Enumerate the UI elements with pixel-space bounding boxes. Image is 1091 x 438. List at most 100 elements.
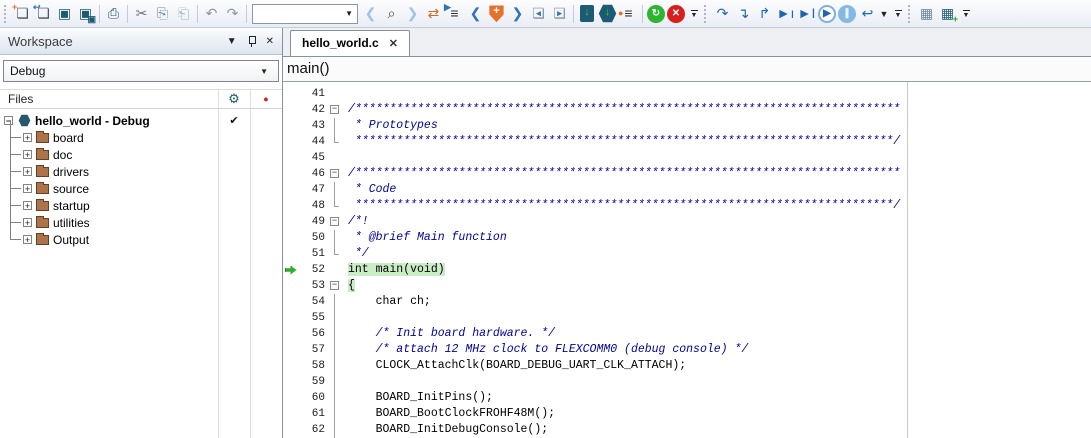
toolbar-search-combo[interactable]: ▼ [252, 4, 358, 24]
reset-target-icon[interactable]: ↻ [647, 5, 665, 23]
code-line[interactable]: 49−/*! [283, 214, 1091, 230]
save-icon[interactable]: ▣ [54, 3, 75, 24]
download-file-icon[interactable]: ↓ [580, 5, 594, 22]
tree-row-project[interactable]: − hello_world - Debug ✔ [0, 112, 282, 129]
code-line[interactable]: 55 [283, 310, 1091, 326]
code-line[interactable]: 48 *************************************… [283, 198, 1091, 214]
code-line[interactable]: 50 * @brief Main function [283, 230, 1091, 246]
gear-icon[interactable]: ⚙ [218, 91, 250, 107]
debug-toolbar-overflow-button[interactable]: ▼ [892, 10, 904, 18]
nav-back-icon[interactable]: ❮ [360, 3, 381, 24]
toolbar-grip[interactable] [4, 5, 9, 23]
toolbar-overflow-button[interactable]: ▼ [688, 10, 700, 18]
chevron-down-icon[interactable]: ▼ [345, 9, 357, 18]
expand-icon[interactable]: + [23, 201, 32, 210]
tab-hello-world-c[interactable]: hello_world.c ✕ [290, 30, 410, 56]
code-line[interactable]: 54 char ch; [283, 294, 1091, 310]
tree-row-startup[interactable]: +startup [10, 197, 282, 214]
chevron-down-icon[interactable]: ▼ [227, 36, 237, 47]
flash-download-icon[interactable]: ▦+ [937, 3, 958, 24]
fold-collapse-icon[interactable]: − [330, 105, 339, 114]
prev-document-icon[interactable]: ❏◂ [528, 3, 549, 24]
fold-collapse-icon[interactable]: − [330, 169, 339, 178]
tree-row-drivers[interactable]: +drivers [10, 163, 282, 180]
expand-icon[interactable]: + [23, 218, 32, 227]
next-bookmark-icon[interactable]: ❯ [507, 3, 528, 24]
expand-icon[interactable]: + [23, 133, 32, 142]
reset-icon[interactable]: ↩ [857, 3, 878, 24]
tree-row-doc[interactable]: +doc [10, 146, 282, 163]
configuration-dropdown[interactable]: Debug ▼ [3, 60, 279, 82]
nav-forward-icon[interactable]: ❯ [402, 3, 423, 24]
code-line[interactable]: 46−/************************************… [283, 166, 1091, 182]
toggle-bookmark-icon[interactable]: + [488, 4, 505, 23]
function-selector-bar[interactable]: main() [283, 57, 1091, 82]
search-icon[interactable]: ⌕ [381, 3, 402, 24]
code-line[interactable]: 51 */ [283, 246, 1091, 262]
debug-toolbar-dropdown[interactable]: ▼ [878, 9, 890, 19]
fold-margin[interactable]: − [328, 278, 342, 294]
memory-toolbar-overflow-button[interactable]: ▼ [960, 10, 972, 18]
code-line[interactable]: 53−{ [283, 278, 1091, 294]
expand-icon[interactable]: + [23, 235, 32, 244]
save-all-icon[interactable]: ▣▣ [75, 3, 96, 24]
paste-icon[interactable]: ⎗ [173, 3, 194, 24]
tree-row-output[interactable]: +Output [10, 231, 282, 248]
next-statement-icon[interactable]: ►I [796, 3, 817, 24]
step-out-icon[interactable]: ↱ [754, 3, 775, 24]
copy-icon[interactable]: ⎘ [152, 3, 173, 24]
code-line[interactable]: 59 [283, 374, 1091, 390]
expand-icon[interactable]: + [23, 150, 32, 159]
code-line[interactable]: 60 BOARD_InitPins(); [283, 390, 1091, 406]
new-document-icon[interactable]: ❏+ [12, 3, 33, 24]
code-line[interactable]: 43 * Prototypes [283, 118, 1091, 134]
download-target-icon[interactable]: ↓ [598, 4, 617, 23]
run-to-cursor-icon[interactable]: ►ı [775, 3, 796, 24]
undo-icon[interactable]: ↶ [201, 3, 222, 24]
step-over-icon[interactable]: ↷ [712, 3, 733, 24]
close-icon[interactable]: ✕ [266, 36, 274, 47]
next-document-icon[interactable]: ❏▸ [549, 3, 570, 24]
jump-to-list-icon[interactable]: ≡▶ [444, 3, 465, 24]
tree-row-source[interactable]: +source [10, 180, 282, 197]
chevron-down-icon[interactable]: ▼ [260, 67, 272, 76]
go-icon[interactable]: ▶ [818, 5, 836, 23]
fold-collapse-icon[interactable]: − [330, 217, 339, 226]
code-line[interactable]: 62 BOARD_InitDebugConsole(); [283, 422, 1091, 438]
fold-margin[interactable]: − [328, 166, 342, 182]
redo-icon[interactable]: ↷ [222, 3, 243, 24]
pin-icon[interactable] [247, 35, 256, 47]
code-line[interactable]: 61 BOARD_BootClockFROHF48M(); [283, 406, 1091, 422]
tree-row-utilities[interactable]: +utilities [10, 214, 282, 231]
code-line[interactable]: 57 /* attach 12 MHz clock to FLEXCOMM0 (… [283, 342, 1091, 358]
fold-margin[interactable]: − [328, 214, 342, 230]
fold-margin[interactable]: − [328, 102, 342, 118]
code-line[interactable]: 52int main(void) [283, 262, 1091, 278]
toolbar-grip[interactable] [704, 5, 709, 23]
toolbar-grip[interactable] [908, 5, 913, 23]
code-area[interactable]: 4142−/**********************************… [283, 82, 1091, 438]
disassembly-icon[interactable]: ≡● [618, 3, 639, 24]
code-line[interactable]: 44 *************************************… [283, 134, 1091, 150]
stop-debug-icon[interactable]: ✕ [667, 5, 685, 23]
fold-collapse-icon[interactable]: − [330, 281, 339, 290]
swap-arrows-icon[interactable]: ⇄ [423, 3, 444, 24]
open-document-icon[interactable]: ❏↩ [33, 3, 54, 24]
collapse-expander-icon[interactable]: − [4, 116, 13, 125]
close-icon[interactable]: ✕ [389, 37, 398, 50]
print-icon[interactable]: ⎙ [103, 3, 124, 24]
code-line[interactable]: 41 [283, 86, 1091, 102]
expand-icon[interactable]: + [23, 167, 32, 176]
code-line[interactable]: 47 * Code [283, 182, 1091, 198]
prev-bookmark-icon[interactable]: ❮ [465, 3, 486, 24]
expand-icon[interactable]: + [23, 184, 32, 193]
ram-blocks-icon[interactable]: ▦ [916, 3, 937, 24]
step-into-icon[interactable]: ↴ [733, 3, 754, 24]
code-line[interactable]: 56 /* Init board hardware. */ [283, 326, 1091, 342]
code-line[interactable]: 42−/************************************… [283, 102, 1091, 118]
tree-row-board[interactable]: +board [10, 129, 282, 146]
code-line[interactable]: 45 [283, 150, 1091, 166]
gutter-breakpoint-margin[interactable] [283, 266, 298, 275]
code-line[interactable]: 58 CLOCK_AttachClk(BOARD_DEBUG_UART_CLK_… [283, 358, 1091, 374]
cut-icon[interactable]: ✂ [131, 3, 152, 24]
